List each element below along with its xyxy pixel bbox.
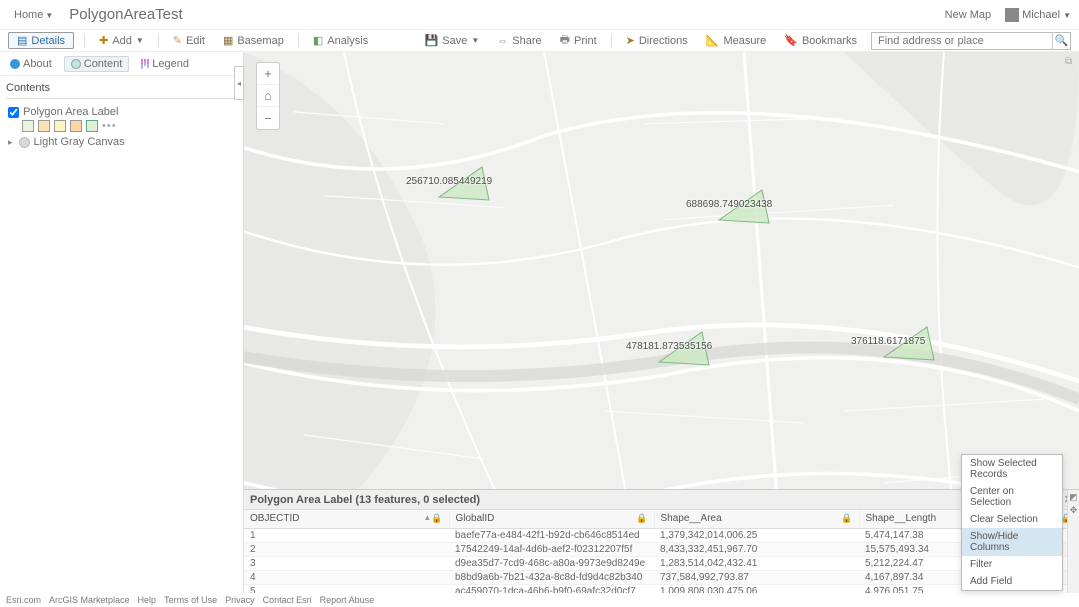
popout-icon[interactable]: ⧉ [1065, 56, 1075, 66]
col-globalid[interactable]: GlobalID🔒 [449, 510, 654, 528]
menu-show-hide-columns[interactable]: Show/Hide Columns [962, 528, 1062, 556]
edit-button[interactable]: ✎Edit [169, 32, 209, 49]
print-button[interactable]: 🖶Print [556, 29, 601, 52]
layer-action-2[interactable] [38, 120, 50, 132]
print-icon: 🖶 [560, 31, 570, 50]
layer-action-5[interactable] [86, 120, 98, 132]
table-row[interactable]: 1baefe77a-e484-42f1-b92d-cb646c8514ed1,3… [244, 528, 1079, 542]
sort-icon: ▲ [423, 513, 431, 522]
add-icon: ✚ [99, 34, 108, 47]
search-input[interactable] [872, 35, 1052, 47]
lock-icon: 🔒 [431, 513, 442, 524]
share-icon: ⇔ [497, 35, 508, 47]
save-button[interactable]: 💾Save ▼ [421, 32, 484, 49]
share-button[interactable]: ⇔Share [493, 33, 545, 49]
new-map-link[interactable]: New Map [945, 9, 991, 21]
home-extent-button[interactable]: ⌂ [257, 85, 279, 107]
layer-checkbox[interactable] [8, 107, 19, 118]
attribute-table: Polygon Area Label (13 features, 0 selec… [244, 489, 1079, 593]
gear-icon[interactable]: ✥ [1070, 505, 1078, 516]
table-title: Polygon Area Label (13 features, 0 selec… [250, 494, 480, 506]
details-icon: ▤ [17, 34, 27, 47]
save-icon: 💾 [425, 34, 439, 47]
footer-terms[interactable]: Terms of Use [164, 595, 217, 605]
table-scroll-handle[interactable]: ◩ ✥ [1067, 490, 1079, 593]
footer-help[interactable]: Help [138, 595, 157, 605]
pencil-icon: ✎ [173, 34, 182, 47]
tab-legend[interactable]: Legend [137, 56, 193, 72]
expand-icon[interactable]: ▸ [8, 137, 13, 148]
add-button[interactable]: ✚Add ▼ [95, 32, 148, 49]
basemap-icon: ▦ [223, 34, 233, 47]
tab-content[interactable]: Content [64, 56, 130, 72]
map-title: PolygonAreaTest [69, 6, 182, 23]
analysis-icon: ◧ [313, 34, 323, 47]
dock-icon[interactable]: ◩ [1069, 492, 1078, 503]
lock-icon: 🔒 [636, 513, 647, 524]
analysis-button[interactable]: ◧Analysis [309, 32, 372, 49]
zoom-out-button[interactable]: − [257, 107, 279, 129]
footer-report[interactable]: Report Abuse [320, 595, 375, 605]
layer-name[interactable]: Polygon Area Label [23, 106, 118, 118]
table-row[interactable]: 3d9ea35d7-7cd9-468c-a80a-9973e9d8249e1,2… [244, 556, 1079, 570]
legend-icon [141, 59, 149, 69]
options-menu: Show Selected Records Center on Selectio… [961, 454, 1063, 591]
layer-action-4[interactable] [70, 120, 82, 132]
col-shape-area[interactable]: Shape__Area🔒 [654, 510, 859, 528]
contents-header: Contents [6, 82, 237, 99]
basemap-button[interactable]: ▦Basemap [219, 32, 288, 49]
col-objectid[interactable]: OBJECTID🔒▲ [244, 510, 449, 528]
avatar-icon [1005, 8, 1019, 22]
zoom-in-button[interactable]: + [257, 63, 279, 85]
lock-icon: 🔒 [841, 513, 852, 524]
menu-filter[interactable]: Filter [962, 556, 1062, 573]
user-menu[interactable]: Michael ▼ [1005, 8, 1071, 22]
collapse-sidebar-icon[interactable]: ◂ [234, 66, 244, 100]
bookmarks-icon: 🔖 [784, 34, 798, 47]
layer-action-1[interactable] [22, 120, 34, 132]
tab-about[interactable]: About [6, 56, 56, 72]
menu-show-selected[interactable]: Show Selected Records [962, 455, 1062, 483]
bookmarks-button[interactable]: 🔖Bookmarks [780, 32, 861, 49]
measure-icon: 📐 [706, 34, 720, 47]
measure-button[interactable]: 📐Measure [702, 32, 771, 49]
search-icon[interactable]: 🔍 [1052, 32, 1070, 50]
basemap-layer-name[interactable]: Light Gray Canvas [34, 136, 125, 148]
search-box[interactable]: 🔍 [871, 32, 1071, 50]
directions-icon: ➤ [626, 34, 635, 47]
footer-privacy[interactable]: Privacy [225, 595, 255, 605]
menu-clear-selection[interactable]: Clear Selection [962, 511, 1062, 528]
menu-center-selection[interactable]: Center on Selection [962, 483, 1062, 511]
directions-button[interactable]: ➤Directions [622, 32, 692, 49]
footer-esri[interactable]: Esri.com [6, 595, 41, 605]
menu-add-field[interactable]: Add Field [962, 573, 1062, 590]
footer-contact[interactable]: Contact Esri [263, 595, 312, 605]
table-row[interactable]: 217542249-14af-4d6b-aef2-f02312207f5f8,4… [244, 542, 1079, 556]
footer-marketplace[interactable]: ArcGIS Marketplace [49, 595, 130, 605]
home-menu[interactable]: Home▼ [8, 9, 59, 21]
content-icon [71, 59, 81, 69]
basemap-swatch-icon [19, 137, 30, 148]
layer-more-icon[interactable]: ••• [102, 120, 117, 132]
info-icon [10, 59, 20, 69]
table-row[interactable]: 4b8bd9a6b-7b21-432a-8c8d-fd9d4c82b340737… [244, 570, 1079, 584]
layer-action-3[interactable] [54, 120, 66, 132]
details-button[interactable]: ▤Details [8, 32, 74, 49]
